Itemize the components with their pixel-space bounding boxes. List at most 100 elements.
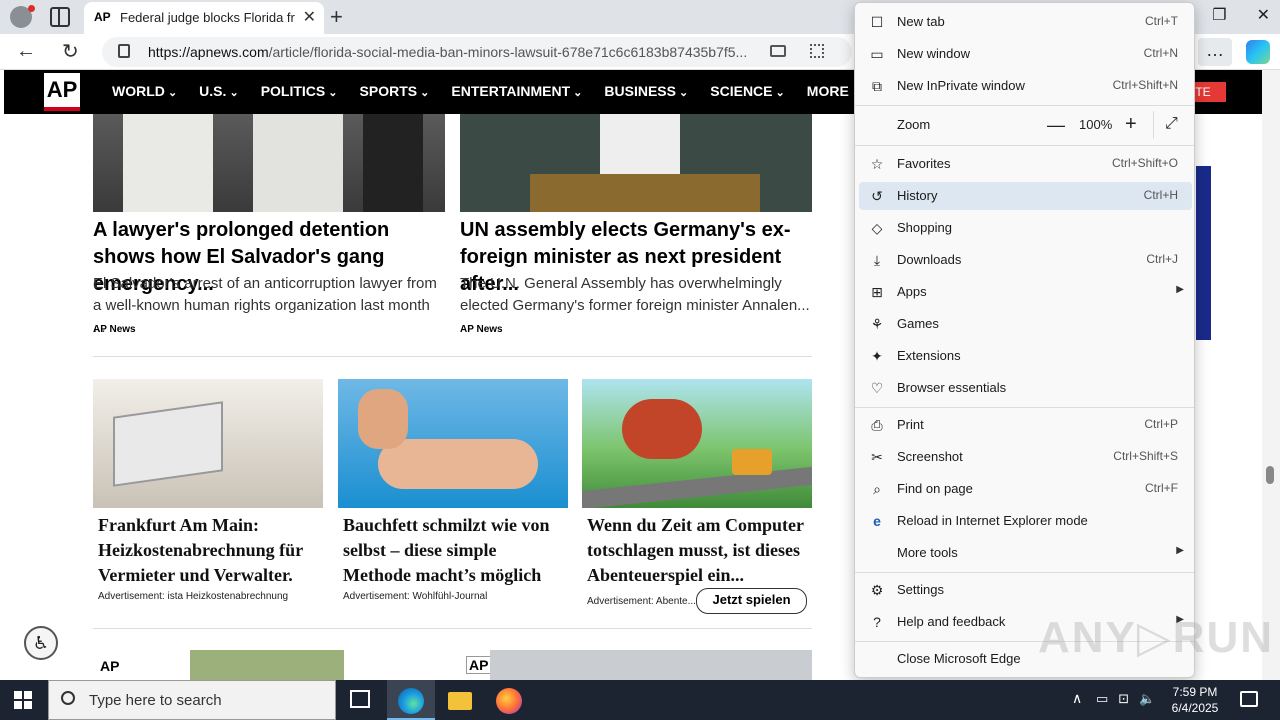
ap-logo[interactable]: AP [44, 73, 80, 111]
ad-headline[interactable]: Bauchfett schmilzt wie von selbst – dies… [343, 513, 568, 588]
menu-item-games[interactable]: ⚘ Games [859, 310, 1192, 338]
network-icon[interactable]: ⊡ [1118, 691, 1129, 707]
edge-icon [398, 688, 424, 714]
device-icon[interactable]: ▭ [1096, 691, 1108, 707]
url-text[interactable]: https://apnews.com/article/florida-socia… [148, 44, 758, 60]
immersive-reader-icon[interactable] [770, 45, 786, 57]
side-ad-banner[interactable] [1196, 166, 1211, 340]
nav-item-business[interactable]: BUSINESS [604, 83, 688, 99]
ad-image[interactable] [93, 379, 323, 508]
back-arrow-icon[interactable]: ← [16, 40, 36, 63]
menu-item-find-on-page[interactable]: ⌕ Find on page Ctrl+F [859, 475, 1192, 503]
nav-item-world[interactable]: WORLD [112, 83, 177, 99]
windows-start-icon[interactable] [14, 691, 32, 709]
lock-icon[interactable] [118, 44, 130, 58]
menu-item-print[interactable]: ⎙ Print Ctrl+P [859, 411, 1192, 439]
ad-source: Advertisement: ista Heizkostenabrechnung [98, 591, 289, 602]
anyrun-watermark: ANY▷RUN [1038, 613, 1275, 662]
new-tab-plus-icon[interactable]: + [330, 4, 343, 30]
menu-item-new-inprivate-window[interactable]: ⧉ New InPrivate window Ctrl+Shift+N [859, 72, 1192, 100]
menu-item-downloads[interactable]: ⤓ Downloads Ctrl+J [859, 246, 1192, 274]
fullscreen-icon[interactable]: ⤢ [1165, 115, 1178, 133]
clock-date: 6/4/2025 [1171, 701, 1219, 715]
show-hidden-icons-chevron-icon[interactable]: ∧ [1072, 690, 1082, 707]
menu-item-extensions[interactable]: ✦ Extensions [859, 342, 1192, 370]
nav-item-entertainment[interactable]: ENTERTAINMENT [451, 83, 582, 99]
story-image[interactable] [93, 114, 445, 212]
scrollbar-thumb[interactable] [1266, 466, 1274, 484]
tab-actions-icon[interactable] [50, 7, 70, 27]
settings-and-more-button[interactable]: … [1198, 38, 1232, 66]
story-image[interactable] [490, 650, 812, 680]
menu-item-new-window[interactable]: ▭ New window Ctrl+N [859, 40, 1192, 68]
app-available-icon[interactable] [810, 44, 824, 58]
clock-time: 7:59 PM [1172, 685, 1218, 699]
browser-tab-active[interactable]: AP Federal judge blocks Florida from ✕ [84, 2, 324, 34]
story-source: AP News [93, 324, 136, 335]
divider [93, 356, 812, 357]
file-explorer-icon[interactable] [448, 692, 472, 710]
zoom-in-icon[interactable]: + [1125, 113, 1137, 136]
menu-item-apps[interactable]: ⊞ Apps ▶ [859, 278, 1192, 306]
volume-icon[interactable]: 🔈 [1139, 691, 1155, 707]
ad-image[interactable] [582, 379, 812, 508]
inprivate-icon: ⧉ [872, 78, 882, 94]
copilot-icon[interactable] [1246, 40, 1270, 64]
taskbar-edge-app[interactable] [387, 680, 435, 720]
jetzt-spielen-button[interactable]: Jetzt spielen [696, 588, 807, 614]
ad-source: Advertisement: Wohlfühl-Journal [343, 591, 488, 602]
menu-item-ie-mode[interactable]: e Reload in Internet Explorer mode [859, 507, 1192, 535]
page-scrollbar[interactable] [1262, 70, 1280, 680]
story-source: AP News [460, 324, 503, 335]
story-image[interactable] [190, 650, 344, 680]
system-clock[interactable]: 7:59 PM 6/4/2025 [1164, 684, 1226, 716]
ad-headline[interactable]: Wenn du Zeit am Computer totschlagen mus… [587, 513, 812, 588]
menu-item-history[interactable]: ↺ History Ctrl+H [859, 182, 1192, 210]
ap-nav-menu: WORLD U.S. POLITICS SPORTS ENTERTAINMENT… [112, 83, 861, 99]
address-bar[interactable]: https://apnews.com/article/florida-socia… [102, 37, 852, 67]
nav-item-politics[interactable]: POLITICS [261, 83, 338, 99]
menu-item-screenshot[interactable]: ✂ Screenshot Ctrl+Shift+S [859, 443, 1192, 471]
submenu-arrow-icon: ▶ [1176, 545, 1184, 556]
ad-image[interactable] [338, 379, 568, 508]
story-image[interactable] [460, 114, 812, 212]
print-icon: ⎙ [871, 417, 883, 433]
notifications-icon[interactable] [1240, 691, 1258, 707]
nav-item-us[interactable]: U.S. [199, 83, 239, 99]
nav-item-sports[interactable]: SPORTS [360, 83, 430, 99]
taskbar-search-box[interactable]: Type here to search [48, 680, 336, 720]
menu-item-browser-essentials[interactable]: ♡ Browser essentials [859, 374, 1192, 402]
shopping-tag-icon: ◇ [871, 220, 883, 236]
close-window-icon[interactable]: ✕ [1257, 5, 1270, 25]
downloads-icon: ⤓ [873, 252, 881, 268]
menu-item-new-tab[interactable]: ☐ New tab Ctrl+T [859, 8, 1192, 36]
menu-separator [855, 407, 1194, 408]
nav-item-science[interactable]: SCIENCE [710, 83, 785, 99]
windows-taskbar: Type here to search ∧ ▭ ⊡ 🔈 7:59 PM 6/4/… [0, 680, 1280, 720]
system-tray: ▭ ⊡ 🔈 [1096, 691, 1155, 707]
window-controls: ❐ ✕ [1212, 5, 1270, 25]
menu-item-zoom: Zoom — 100% + ⤢ [859, 111, 1192, 139]
extensions-puzzle-icon: ✦ [871, 348, 883, 364]
submenu-arrow-icon: ▶ [1176, 284, 1184, 295]
nav-item-more[interactable]: MORE [807, 83, 861, 99]
ap-favicon-icon: AP [94, 10, 111, 24]
refresh-icon[interactable]: ↻ [62, 39, 79, 64]
restore-window-icon[interactable]: ❐ [1212, 5, 1226, 25]
menu-item-more-tools[interactable]: More tools ▶ [859, 539, 1192, 567]
menu-item-shopping[interactable]: ◇ Shopping [859, 214, 1192, 242]
history-icon: ↺ [871, 188, 883, 204]
profile-notification-dot [28, 5, 35, 12]
accessibility-icon[interactable]: ♿ [24, 626, 58, 660]
tab-close-icon[interactable]: ✕ [303, 7, 316, 27]
menu-separator [855, 105, 1194, 106]
menu-item-favorites[interactable]: ☆ Favorites Ctrl+Shift+O [859, 150, 1192, 178]
apps-icon: ⊞ [871, 284, 883, 300]
task-view-icon[interactable] [350, 690, 370, 708]
firefox-icon[interactable] [496, 688, 522, 714]
menu-item-settings[interactable]: ⚙ Settings [859, 576, 1192, 604]
ad-headline[interactable]: Frankfurt Am Main: Heizkostenabrechnung … [98, 513, 323, 588]
zoom-out-icon[interactable]: — [1047, 115, 1065, 136]
zoom-separator [1153, 111, 1154, 139]
tab-title: Federal judge blocks Florida from [120, 10, 295, 25]
